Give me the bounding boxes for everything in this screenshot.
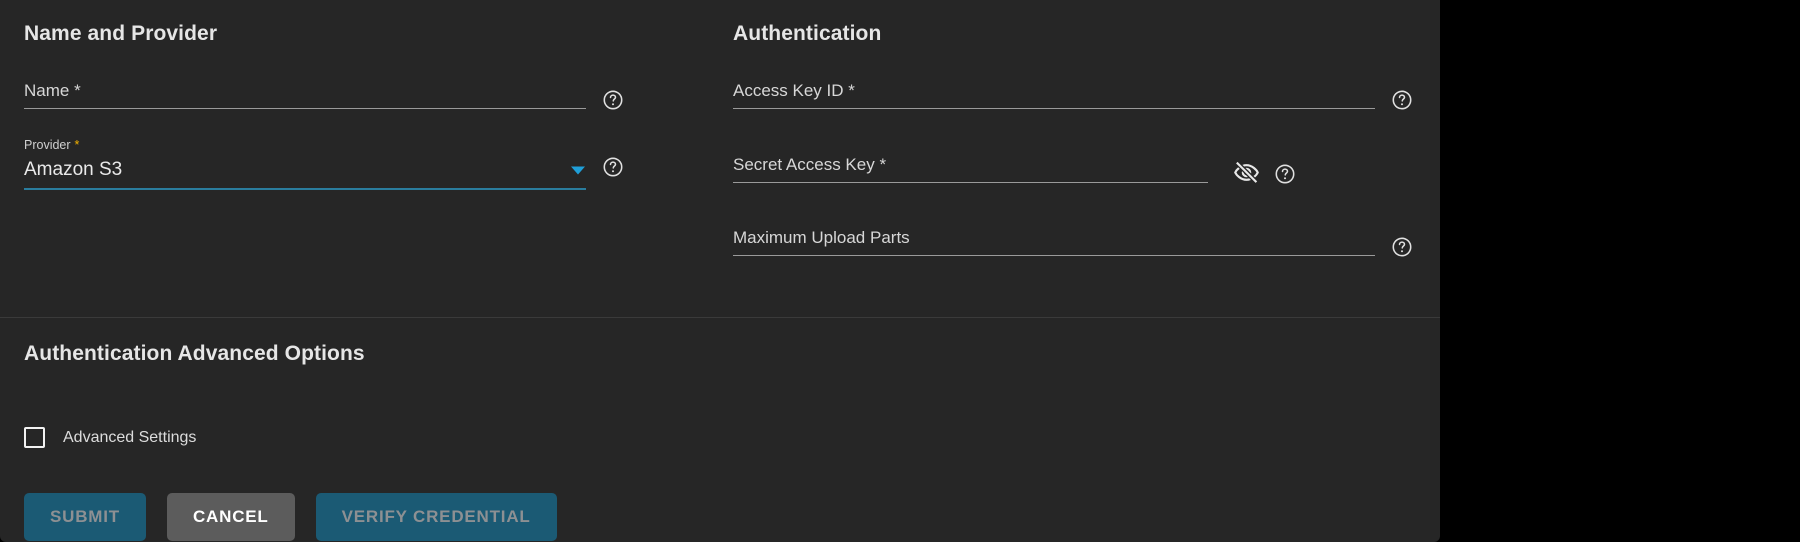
form-action-buttons: SUBMIT CANCEL VERIFY CREDENTIAL bbox=[24, 493, 578, 541]
authentication-advanced-options-title: Authentication Advanced Options bbox=[0, 318, 1440, 366]
provider-required-marker: * bbox=[75, 138, 80, 152]
provider-selected-value: Amazon S3 bbox=[24, 157, 586, 183]
secret-access-key-underline bbox=[733, 182, 1208, 183]
advanced-settings-checkbox-row[interactable]: Advanced Settings bbox=[24, 427, 196, 448]
name-and-provider-title: Name and Provider bbox=[24, 0, 704, 46]
access-key-id-field[interactable]: Access Key ID * bbox=[733, 80, 1375, 109]
maximum-upload-parts-field[interactable]: Maximum Upload Parts bbox=[733, 227, 1375, 256]
help-circle-icon[interactable] bbox=[1391, 89, 1413, 111]
provider-select[interactable]: Provider * Amazon S3 bbox=[24, 138, 586, 190]
secret-access-key-label: Secret Access Key * bbox=[733, 154, 1208, 176]
provider-float-label: Provider * bbox=[24, 138, 586, 153]
credential-form-panel: Name and Provider Name * bbox=[0, 0, 1440, 542]
caret-down-icon[interactable] bbox=[570, 165, 586, 176]
maximum-upload-parts-field-row: Maximum Upload Parts bbox=[733, 227, 1413, 256]
upper-section: Name and Provider Name * bbox=[0, 0, 1440, 318]
authentication-column: Authentication bbox=[733, 0, 1413, 46]
secret-access-key-field[interactable]: Secret Access Key * bbox=[733, 154, 1208, 183]
name-field[interactable]: Name * bbox=[24, 80, 586, 109]
screen-root: Name and Provider Name * bbox=[0, 0, 1800, 542]
access-key-id-label: Access Key ID * bbox=[733, 80, 1375, 102]
authentication-title: Authentication bbox=[733, 0, 1413, 46]
eye-off-icon[interactable] bbox=[1233, 159, 1260, 186]
help-circle-icon[interactable] bbox=[1391, 236, 1413, 258]
help-circle-icon[interactable] bbox=[602, 89, 624, 111]
verify-credential-button[interactable]: VERIFY CREDENTIAL bbox=[316, 493, 557, 541]
help-circle-icon[interactable] bbox=[1274, 163, 1296, 185]
provider-label-text: Provider bbox=[24, 138, 71, 152]
advanced-settings-label: Advanced Settings bbox=[63, 429, 196, 447]
authentication-advanced-options-section: Authentication Advanced Options Advanced… bbox=[0, 318, 1440, 542]
access-key-id-field-row: Access Key ID * bbox=[733, 80, 1413, 109]
maximum-upload-parts-label: Maximum Upload Parts bbox=[733, 227, 1375, 249]
name-field-row: Name * bbox=[24, 80, 624, 109]
advanced-settings-checkbox[interactable] bbox=[24, 427, 45, 448]
secret-access-key-field-row: Secret Access Key * bbox=[733, 154, 1296, 183]
name-field-label: Name * bbox=[24, 80, 586, 102]
maximum-upload-parts-underline bbox=[733, 255, 1375, 256]
name-and-provider-column: Name and Provider bbox=[24, 0, 704, 46]
access-key-id-underline bbox=[733, 108, 1375, 109]
provider-field-row: Provider * Amazon S3 bbox=[24, 138, 624, 190]
help-circle-icon[interactable] bbox=[602, 156, 624, 178]
name-field-underline bbox=[24, 108, 586, 109]
submit-button[interactable]: SUBMIT bbox=[24, 493, 146, 541]
provider-underline bbox=[24, 188, 586, 190]
cancel-button[interactable]: CANCEL bbox=[167, 493, 295, 541]
